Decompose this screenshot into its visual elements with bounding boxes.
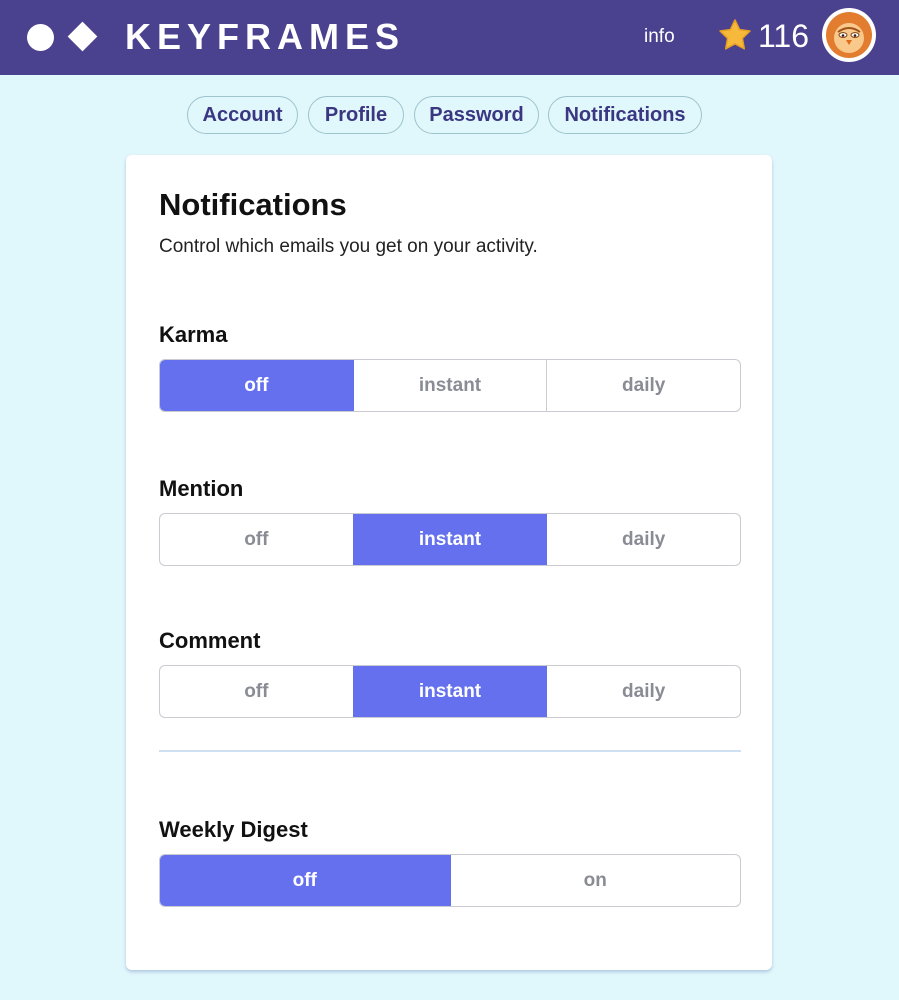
karma-count: 116 — [758, 18, 810, 54]
owl-avatar-icon — [826, 12, 872, 58]
avatar[interactable] — [822, 8, 876, 62]
comment-option-off[interactable]: off — [160, 666, 353, 717]
mention-option-off[interactable]: off — [160, 514, 353, 565]
weekly-digest-option-on[interactable]: on — [449, 855, 741, 906]
weekly-digest-selector: off on — [159, 854, 741, 907]
mention-option-daily[interactable]: daily — [546, 514, 740, 565]
karma-label: Karma — [159, 322, 228, 347]
comment-selector: off instant daily — [159, 665, 741, 718]
top-bar: KEYFRAMES info 116 — [0, 0, 899, 75]
weekly-digest-label: Weekly Digest — [159, 817, 308, 842]
section-divider — [159, 750, 741, 752]
star-icon — [719, 19, 751, 50]
tab-password[interactable]: Password — [414, 96, 539, 134]
info-link[interactable]: info — [644, 24, 675, 50]
karma-selector: off instant daily — [159, 359, 741, 412]
karma-option-instant[interactable]: instant — [352, 360, 547, 411]
weekly-digest-option-off[interactable]: off — [160, 855, 450, 906]
logo-diamond-icon[interactable] — [67, 21, 98, 52]
mention-option-instant[interactable]: instant — [352, 514, 547, 565]
karma-option-off[interactable]: off — [160, 360, 353, 411]
settings-tabs: Account Profile Password Notifications — [0, 96, 899, 134]
comment-label: Comment — [159, 628, 261, 653]
tab-notifications[interactable]: Notifications — [548, 96, 702, 134]
brand-logo[interactable]: KEYFRAMES — [125, 14, 405, 60]
mention-selector: off instant daily — [159, 513, 741, 566]
notifications-card: Notifications Control which emails you g… — [126, 155, 772, 970]
tab-account[interactable]: Account — [187, 96, 298, 134]
comment-option-instant[interactable]: instant — [352, 666, 547, 717]
logo-circle-icon[interactable] — [27, 24, 54, 51]
page-title: Notifications — [159, 187, 347, 222]
karma-option-daily[interactable]: daily — [546, 360, 740, 411]
mention-label: Mention — [159, 476, 244, 501]
page-description: Control which emails you get on your act… — [159, 236, 538, 257]
tab-profile[interactable]: Profile — [308, 96, 404, 134]
comment-option-daily[interactable]: daily — [546, 666, 740, 717]
